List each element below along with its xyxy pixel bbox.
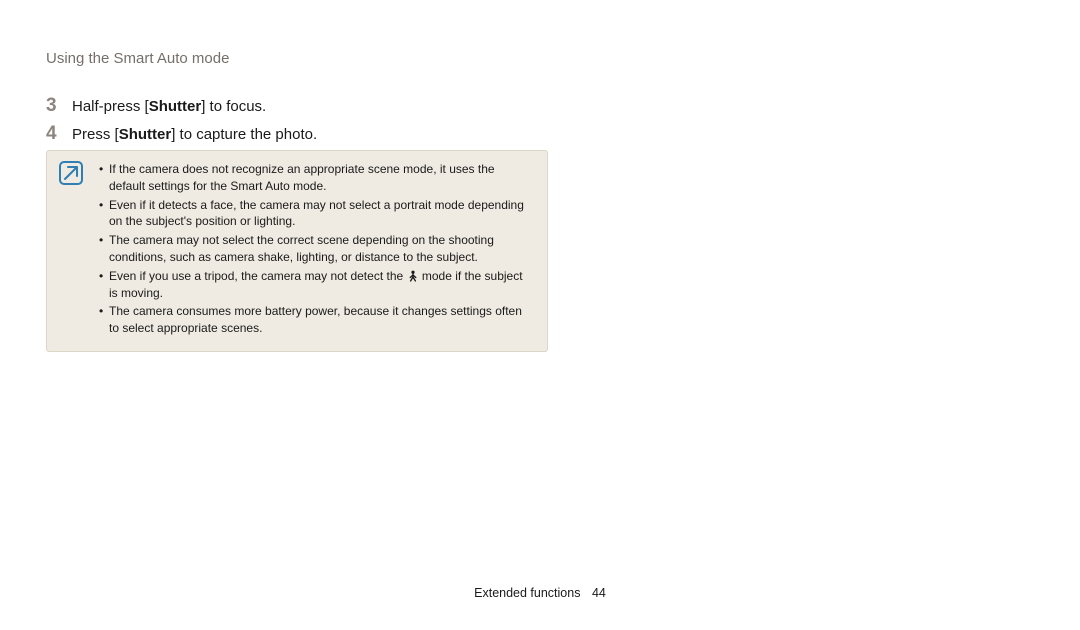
footer-label: Extended functions bbox=[474, 586, 580, 600]
t: Press [ bbox=[72, 126, 119, 143]
step-3: 3 Half-press [Shutter] to focus. bbox=[46, 95, 546, 119]
t: ] to capture the photo. bbox=[171, 126, 317, 143]
step-number: 4 bbox=[46, 123, 72, 145]
note-item: The camera may not select the correct sc… bbox=[99, 232, 533, 266]
step-4: 4 Press [Shutter] to capture the photo. bbox=[46, 123, 546, 147]
step-text: Half-press [Shutter] to focus. bbox=[72, 96, 266, 119]
note-info-icon bbox=[59, 161, 83, 185]
step-text: Press [Shutter] to capture the photo. bbox=[72, 124, 317, 147]
section-title: Using the Smart Auto mode bbox=[46, 50, 229, 67]
shutter-bold: Shutter bbox=[149, 98, 202, 115]
shutter-bold: Shutter bbox=[119, 126, 172, 143]
tripod-person-icon bbox=[407, 270, 419, 282]
note-list: If the camera does not recognize an appr… bbox=[99, 161, 533, 337]
note-item: Even if you use a tripod, the camera may… bbox=[99, 268, 533, 302]
t: Half-press [ bbox=[72, 98, 149, 115]
page-footer: Extended functions 44 bbox=[0, 586, 1080, 600]
step-number: 3 bbox=[46, 95, 72, 117]
note-item: The camera consumes more battery power, … bbox=[99, 303, 533, 337]
t: ] to focus. bbox=[201, 98, 266, 115]
steps-list: 3 Half-press [Shutter] to focus. 4 Press… bbox=[46, 95, 546, 150]
note-box: If the camera does not recognize an appr… bbox=[46, 150, 548, 352]
note-item: Even if it detects a face, the camera ma… bbox=[99, 197, 533, 231]
t: Even if you use a tripod, the camera may… bbox=[109, 269, 407, 283]
page-number: 44 bbox=[592, 586, 606, 600]
note-item: If the camera does not recognize an appr… bbox=[99, 161, 533, 195]
